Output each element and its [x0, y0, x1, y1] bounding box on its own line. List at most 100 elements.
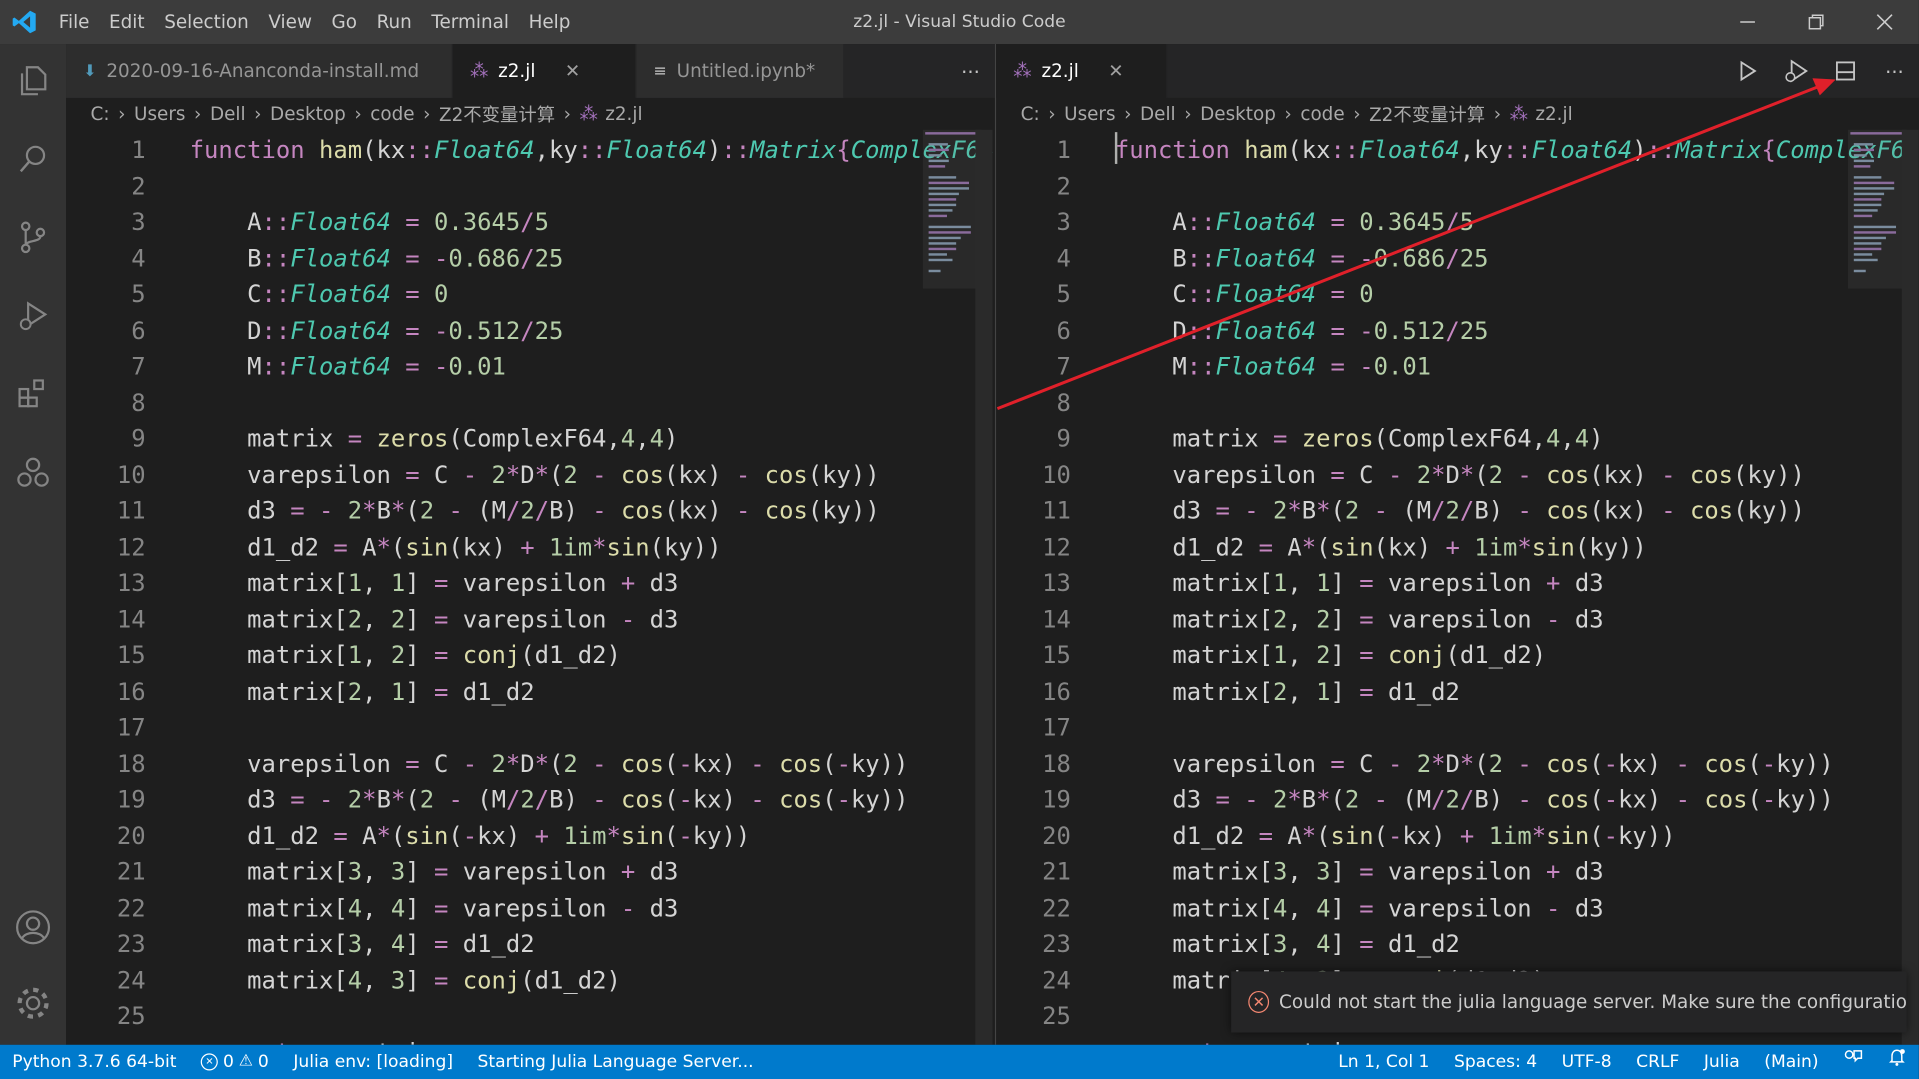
close-window-icon[interactable] [1850, 0, 1919, 44]
line-number: 3 [131, 207, 146, 237]
code-line: d3 = - 2*B*(2 - (M/2/B) - cos(-kx) - cos… [247, 785, 909, 814]
chevron-right-icon: › [563, 102, 571, 125]
breadcrumb-item[interactable]: Dell [1140, 103, 1176, 125]
chevron-right-icon: › [1284, 102, 1292, 125]
minimap[interactable] [1847, 129, 1907, 289]
chevron-right-icon: › [194, 102, 202, 125]
code-line: M::Float64 = -0.01 [1172, 352, 1432, 381]
language-server-status: Starting Julia Language Server... [477, 1052, 754, 1072]
breadcrumb-item[interactable]: Users [134, 103, 185, 125]
feedback-icon[interactable] [1831, 1045, 1875, 1079]
menu-terminal[interactable]: Terminal [422, 0, 519, 44]
julia-icon[interactable] [0, 443, 66, 502]
tab-untitled-ipynb[interactable]: ≡ Untitled.ipynb* [636, 44, 845, 98]
more-actions-icon[interactable]: ··· [946, 44, 995, 98]
julia-env[interactable]: Julia env: [loading] [281, 1045, 465, 1079]
line-number: 18 [116, 749, 146, 778]
tab-2020-09-16-ananconda-install-md[interactable]: ⬇ 2020-09-16-Ananconda-install.md [66, 44, 453, 98]
code-editor-left[interactable]: 1 2 3 4 5 6 7 8 9 10 11 12 13 14 15 16 17 18 19 20 21 22 23 24 2… [66, 129, 995, 1045]
code-line: matrix[3, 4] = d1_d2 [1172, 929, 1460, 958]
split-editor-icon[interactable] [1821, 44, 1870, 98]
code-line: d1_d2 = A*(sin(-kx) + 1im*sin(-ky)) [1172, 821, 1676, 850]
python-interpreter[interactable]: Python 3.7.6 64-bit [0, 1045, 189, 1079]
error-notification[interactable]: ✕ Could not start the julia language ser… [1231, 971, 1907, 1033]
breadcrumb-item[interactable]: C: [91, 103, 110, 125]
scrollbar[interactable] [975, 129, 993, 1045]
line-number: 18 [1042, 749, 1071, 778]
chevron-right-icon: › [1124, 102, 1132, 125]
tab-actions-right: ··· [1723, 44, 1919, 98]
julia-module[interactable]: (Main) [1752, 1045, 1831, 1079]
line-number: 7 [1056, 352, 1071, 381]
line-number: 23 [116, 929, 146, 958]
breadcrumb-item[interactable]: Z2不变量计算 [439, 101, 555, 127]
julia-file-icon: ⁂ [1509, 102, 1528, 125]
menu-run[interactable]: Run [367, 0, 422, 44]
status-bar-right: Ln 1, Col 1 Spaces: 4 UTF-8 CRLF Julia (… [1326, 1045, 1919, 1079]
line-ending[interactable]: CRLF [1624, 1045, 1692, 1079]
menu-go[interactable]: Go [322, 0, 367, 44]
error-icon: ✕ [1248, 990, 1270, 1013]
menu-help[interactable]: Help [519, 0, 580, 44]
line-number: 4 [1056, 244, 1071, 273]
run-debug-icon[interactable] [0, 286, 66, 345]
extensions-icon[interactable] [0, 365, 66, 424]
menu-file[interactable]: File [49, 0, 99, 44]
notifications-bell-icon[interactable] [1875, 1045, 1919, 1079]
minimize-icon[interactable] [1713, 0, 1782, 44]
breadcrumb-item[interactable]: z2.jl [1535, 103, 1572, 125]
code-line: matrix[3, 4] = d1_d2 [247, 929, 535, 958]
code-line: matrix[3, 3] = varepsilon + d3 [247, 857, 679, 886]
restore-icon[interactable] [1782, 0, 1851, 44]
account-icon[interactable] [0, 898, 66, 957]
close-tab-icon[interactable]: ✕ [565, 60, 580, 82]
breadcrumb-item[interactable]: Desktop [270, 103, 346, 125]
encoding[interactable]: UTF-8 [1549, 1045, 1623, 1079]
code-line: matrix[4, 4] = varepsilon - d3 [247, 893, 679, 922]
search-icon[interactable] [0, 130, 66, 189]
breadcrumb-item[interactable]: code [370, 103, 414, 125]
scrollbar[interactable] [1901, 129, 1919, 1045]
chevron-right-icon: › [118, 102, 126, 125]
menu-selection[interactable]: Selection [154, 0, 258, 44]
breadcrumb-item[interactable]: Dell [210, 103, 246, 125]
close-tab-icon[interactable]: ✕ [1108, 60, 1123, 82]
tab-label: Untitled.ipynb* [676, 59, 816, 82]
line-number: 12 [1042, 532, 1071, 561]
code-line: d1_d2 = A*(sin(kx) + 1im*sin(ky)) [1172, 532, 1647, 561]
menu-edit[interactable]: Edit [99, 0, 154, 44]
language-mode[interactable]: Julia [1692, 1045, 1752, 1079]
tab-z2-jl[interactable]: ⁂ z2.jl ✕ [996, 44, 1168, 98]
code-editor-right[interactable]: 1 2 3 4 5 6 7 8 9 10 11 12 13 14 15 16 17 18 19 20 21 22 23 24 2… [996, 129, 1919, 1045]
explorer-icon[interactable] [0, 51, 66, 110]
breadcrumb-item[interactable]: code [1300, 103, 1344, 125]
menu-view[interactable]: View [259, 0, 322, 44]
markdown-icon: ⬇ [83, 61, 97, 81]
problems-indicator[interactable]: ✕ 0 ⚠ 0 [189, 1045, 281, 1079]
line-number: 21 [116, 857, 146, 886]
breadcrumb-item[interactable]: Users [1064, 103, 1115, 125]
breadcrumb: C: › Users › Dell › Desktop › code › Z2不变量计算 › ⁂ z2.j… [66, 98, 995, 130]
line-number: 6 [1056, 316, 1071, 345]
cursor-position[interactable]: Ln 1, Col 1 [1326, 1045, 1442, 1079]
breadcrumb-item[interactable]: C: [1021, 103, 1040, 125]
breadcrumb-item[interactable]: Desktop [1200, 103, 1276, 125]
tab-z2-jl[interactable]: ⁂ z2.jl ✕ [452, 44, 637, 98]
settings-gear-icon[interactable] [0, 974, 66, 1033]
line-number: 5 [131, 280, 146, 309]
debug-run-icon[interactable] [1772, 44, 1821, 98]
indentation[interactable]: Spaces: 4 [1442, 1045, 1550, 1079]
source-control-icon[interactable] [0, 208, 66, 267]
minimap[interactable] [922, 129, 982, 289]
line-number: 9 [1056, 424, 1071, 453]
chevron-right-icon: › [254, 102, 262, 125]
breadcrumb-item[interactable]: Z2不变量计算 [1369, 101, 1485, 127]
line-number: 6 [131, 316, 146, 345]
code-line: varepsilon = C - 2*D*(2 - cos(-kx) - cos… [1172, 749, 1834, 778]
code-line: return matrix [1115, 1034, 1359, 1045]
more-actions-icon[interactable]: ··· [1870, 44, 1919, 98]
run-icon[interactable] [1723, 44, 1772, 98]
breadcrumb-item[interactable]: z2.jl [605, 103, 642, 125]
code-line: d3 = - 2*B*(2 - (M/2/B) - cos(kx) - cos(… [247, 496, 880, 525]
code-line: B::Float64 = -0.686/25 [1172, 244, 1489, 273]
